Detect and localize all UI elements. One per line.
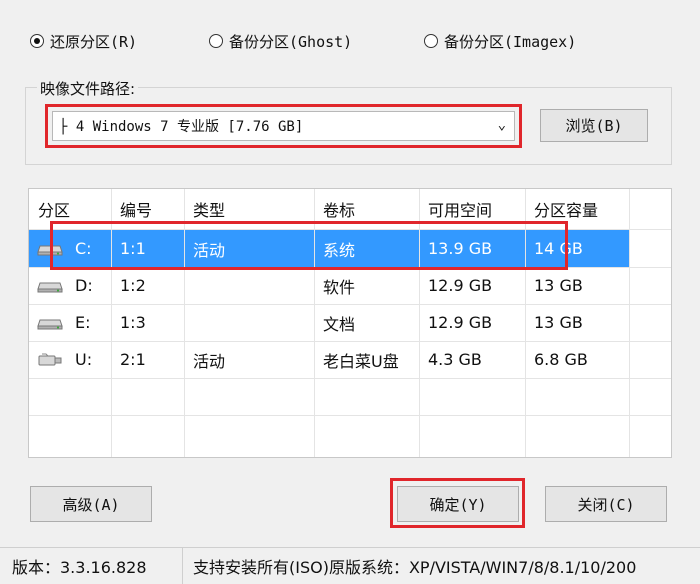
header-number[interactable]: 编号: [111, 189, 184, 229]
header-capacity[interactable]: 分区容量: [525, 189, 629, 229]
capacity: 13 GB: [534, 276, 583, 295]
row-divider: [29, 341, 671, 342]
drive-letter: U:: [75, 350, 93, 369]
status-bar: 版本：3.3.16.828 支持安装所有(ISO)原版系统：XP/VISTA/W…: [0, 547, 700, 584]
advanced-button[interactable]: 高级(A): [30, 486, 152, 522]
hard-drive-icon: [37, 245, 63, 256]
column-divider: [419, 189, 420, 457]
backup-ghost-radio[interactable]: 备份分区(Ghost): [209, 31, 352, 51]
advanced-button-label: 高级(A): [62, 495, 120, 514]
header-type[interactable]: 类型: [184, 189, 314, 229]
table-row[interactable]: E: 1:3 文档 12.9 GB 13 GB: [29, 304, 629, 341]
row-divider: [29, 378, 671, 379]
partition-number: 1:1: [120, 239, 146, 258]
image-path-label: 映像文件路径:: [37, 78, 139, 99]
drive-letter: D:: [75, 276, 93, 295]
drive-letter: C:: [75, 239, 92, 258]
volume-label: 软件: [323, 277, 356, 297]
support-text: 支持安装所有(ISO)原版系统：XP/VISTA/WIN7/8/8.1/10/2…: [193, 558, 637, 577]
usb-drive-icon: [38, 353, 62, 366]
row-divider: [29, 304, 671, 305]
close-button[interactable]: 关闭(C): [545, 486, 667, 522]
free-space: 4.3 GB: [428, 350, 482, 369]
partition-table: 分区 编号 类型 卷标 可用空间 分区容量 C: 1:1 活动 系统 13.9 …: [28, 188, 672, 458]
confirm-button[interactable]: 确定(Y): [397, 486, 519, 522]
backup-imagex-label: 备份分区(Imagex): [444, 32, 577, 51]
header-free-space[interactable]: 可用空间: [419, 189, 525, 229]
volume-label: 老白菜U盘: [323, 351, 399, 371]
capacity: 13 GB: [534, 313, 583, 332]
partition-type: [184, 304, 193, 341]
column-divider: [314, 189, 315, 457]
backup-imagex-radio[interactable]: 备份分区(Imagex): [424, 31, 576, 51]
radio-indicator-checked: [30, 34, 44, 48]
partition-type: [184, 267, 193, 304]
hard-drive-icon: [37, 319, 63, 330]
confirm-button-label: 确定(Y): [429, 495, 487, 514]
browse-button-label: 浏览(B): [565, 117, 623, 135]
column-divider: [111, 189, 112, 457]
table-row[interactable]: C: 1:1 活动 系统 13.9 GB 14 GB: [29, 230, 629, 267]
hard-drive-icon: [37, 282, 63, 293]
capacity: 14 GB: [534, 239, 583, 258]
image-file-select[interactable]: ├ 4 Windows 7 专业版 [7.76 GB] ⌄: [52, 111, 515, 141]
version-text: 版本：3.3.16.828: [0, 548, 183, 584]
radio-indicator: [209, 34, 223, 48]
browse-button[interactable]: 浏览(B): [540, 109, 648, 142]
partition-number: 1:2: [120, 276, 146, 295]
row-divider: [29, 415, 671, 416]
column-divider: [184, 189, 185, 457]
volume-label: 文档: [323, 314, 356, 334]
close-button-label: 关闭(C): [577, 495, 635, 514]
table-row[interactable]: U: 2:1 活动 老白菜U盘 4.3 GB 6.8 GB: [29, 341, 629, 378]
column-divider: [525, 189, 526, 457]
partition-type: 活动: [193, 240, 226, 260]
free-space: 13.9 GB: [428, 239, 493, 258]
chevron-down-icon[interactable]: ⌄: [498, 117, 506, 133]
image-file-selected-value: ├ 4 Windows 7 专业版 [7.76 GB]: [59, 119, 304, 135]
restore-partition-radio[interactable]: 还原分区(R): [30, 31, 137, 51]
backup-ghost-label: 备份分区(Ghost): [229, 32, 353, 51]
header-partition[interactable]: 分区: [29, 189, 111, 229]
column-divider: [629, 189, 630, 457]
free-space: 12.9 GB: [428, 276, 493, 295]
volume-label: 系统: [323, 240, 356, 260]
capacity: 6.8 GB: [534, 350, 588, 369]
radio-indicator: [424, 34, 438, 48]
row-divider: [29, 267, 671, 268]
partition-number: 1:3: [120, 313, 146, 332]
drive-letter: E:: [75, 313, 91, 332]
header-volume-label[interactable]: 卷标: [314, 189, 419, 229]
partition-number: 2:1: [120, 350, 146, 369]
restore-partition-label: 还原分区(R): [50, 32, 138, 51]
partition-type: 活动: [193, 351, 226, 371]
free-space: 12.9 GB: [428, 313, 493, 332]
table-row[interactable]: D: 1:2 软件 12.9 GB 13 GB: [29, 267, 629, 304]
